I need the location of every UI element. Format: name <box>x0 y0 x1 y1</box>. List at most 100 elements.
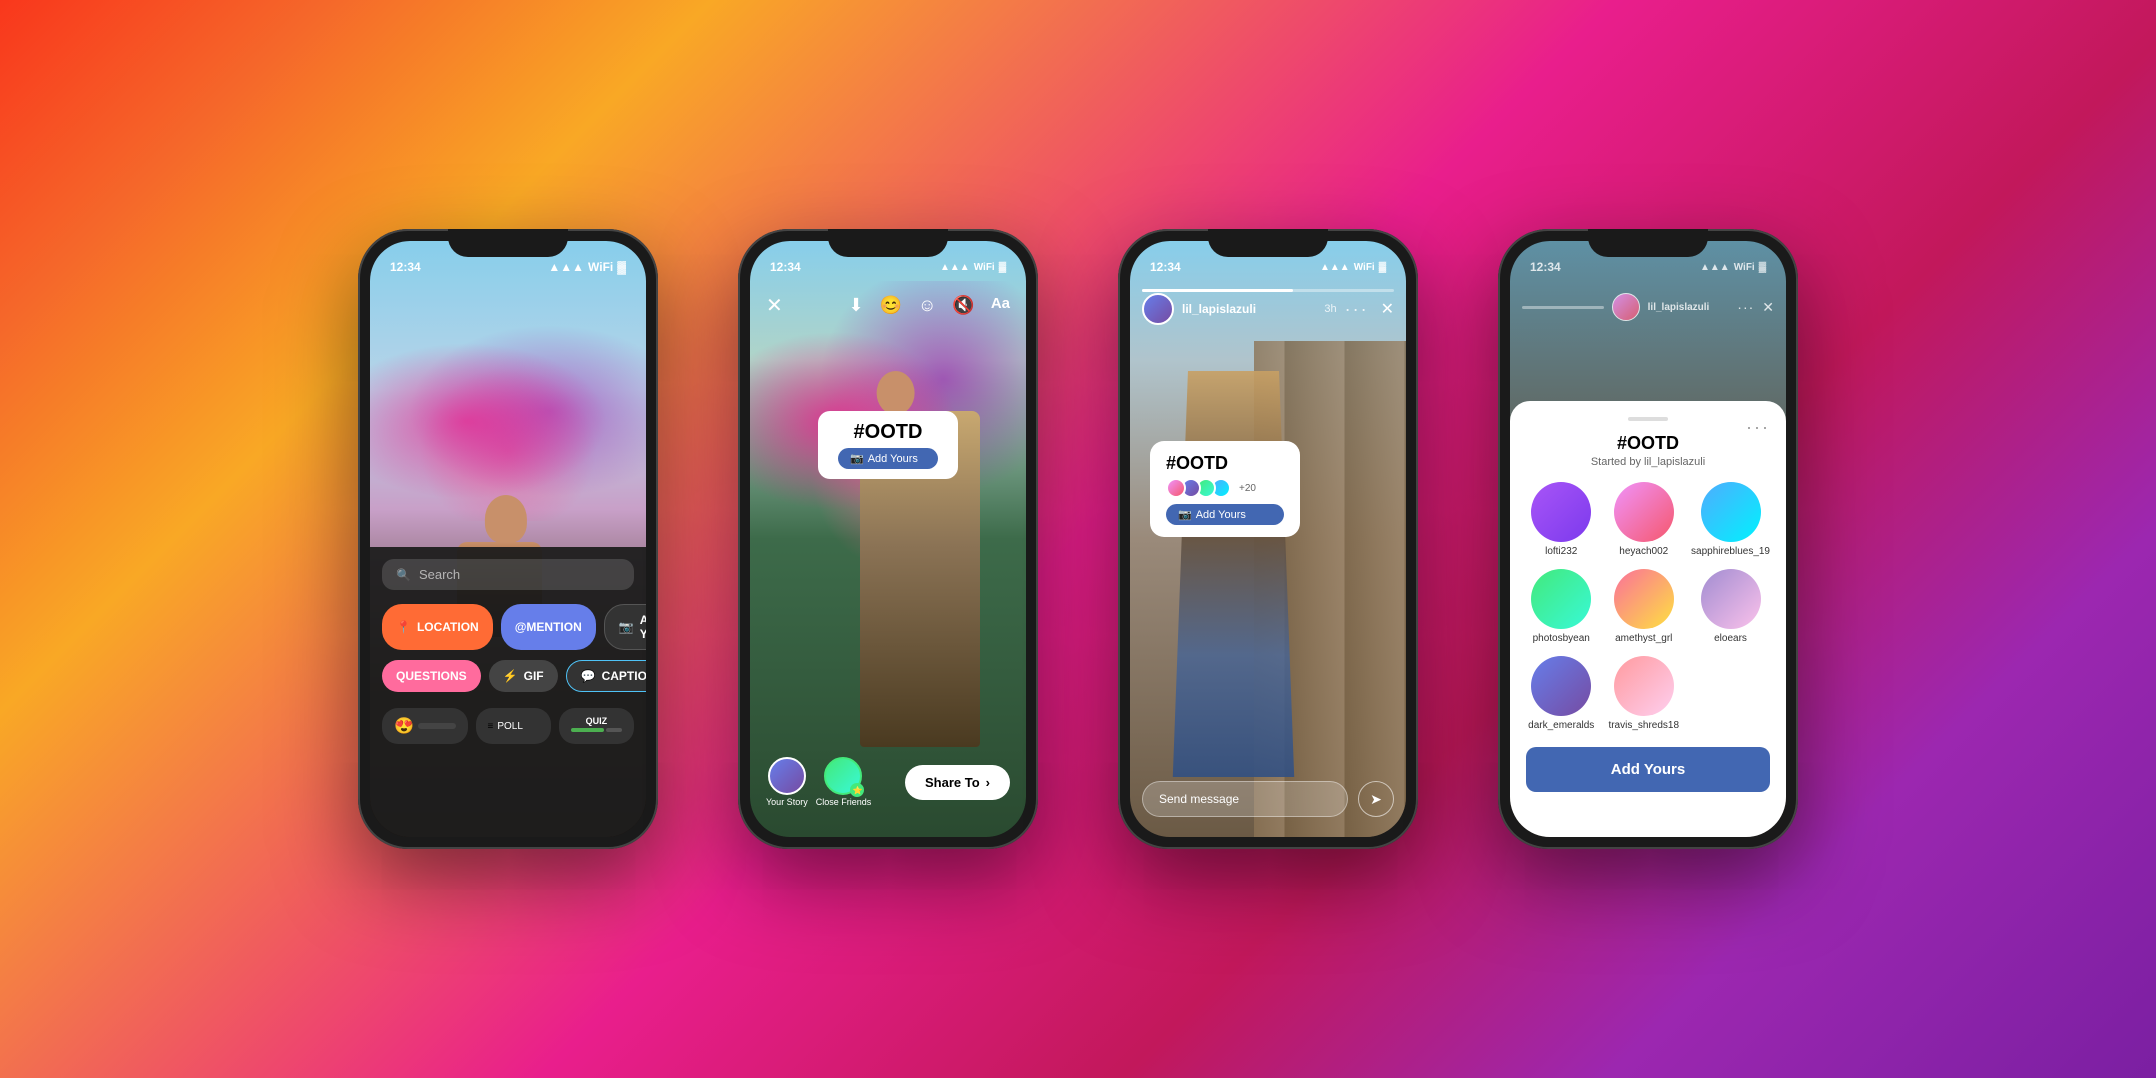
story-bottom-2: Your Story ⭐ Close Friends S <box>750 757 1026 807</box>
search-icon: 🔍 <box>396 568 411 582</box>
questions-sticker[interactable]: QUESTIONS <box>382 660 481 692</box>
participant-5[interactable]: amethyst_grl <box>1608 569 1679 644</box>
mention-sticker[interactable]: @MENTION <box>501 604 596 650</box>
notch-2 <box>828 229 948 257</box>
send-icon-glyph: ➤ <box>1370 791 1382 808</box>
participant-avatar-8 <box>1614 656 1674 716</box>
camera-icon-3: 📷 <box>1178 508 1192 521</box>
gif-sticker[interactable]: ⚡ GIF <box>489 660 558 692</box>
questions-label: QUESTIONS <box>396 669 467 683</box>
your-story-avatar <box>768 757 806 795</box>
close-icon-3[interactable]: ✕ <box>1381 299 1394 319</box>
more-icon-3[interactable]: ··· <box>1345 299 1369 320</box>
location-label: LOCATION <box>417 620 479 634</box>
phone1-flowers <box>370 321 646 521</box>
phone2-person-head <box>877 371 915 415</box>
story-toolbar: ✕ ⬇ 😊 ☺ 🔇 Aa <box>750 285 1026 326</box>
story-username-3: lil_lapislazuli <box>1182 302 1316 316</box>
close-friends-label: Close Friends <box>816 797 872 807</box>
participant-4[interactable]: photosbyean <box>1526 569 1596 644</box>
phone4-close-icon[interactable]: ✕ <box>1762 299 1774 316</box>
your-story-option[interactable]: Your Story <box>766 757 808 807</box>
send-message-input[interactable]: Send message <box>1142 781 1348 817</box>
phone-2-screen: 12:34 ▲▲▲ WiFi ▓ ✕ ⬇ 😊 ☺ <box>750 241 1026 837</box>
close-friends-avatar: ⭐ <box>824 757 862 795</box>
ootd-viewer-sticker[interactable]: #OOTD +20 📷 Add Yours <box>1150 441 1300 537</box>
participant-avatar-6 <box>1701 569 1761 629</box>
participant-avatar-5 <box>1614 569 1674 629</box>
participant-name-1: lofti232 <box>1545 546 1577 557</box>
battery-icon-2: ▓ <box>999 262 1006 273</box>
addyours-sticker-1[interactable]: 📷 ADD YOURS <box>604 604 646 650</box>
story-time-3: 3h <box>1324 303 1336 315</box>
phone-4-screen: 12:34 ▲▲▲ WiFi ▓ lil_lapislazuli ··· ✕ <box>1510 241 1786 837</box>
share-options: Your Story ⭐ Close Friends <box>766 757 871 807</box>
participant-7[interactable]: dark_emeralds <box>1526 656 1596 731</box>
participant-1[interactable]: lofti232 <box>1526 482 1596 557</box>
search-bar[interactable]: 🔍 Search <box>382 559 634 590</box>
phone-3-wrapper: 12:34 ▲▲▲ WiFi ▓ lil_lapis <box>1098 60 1438 1018</box>
chevron-right-icon: › <box>986 775 990 790</box>
gif-label: GIF <box>524 669 544 683</box>
phone1-person-head <box>485 495 527 543</box>
text-icon[interactable]: Aa <box>991 295 1010 316</box>
captions-label: CAPTIONS <box>602 669 646 683</box>
mention-label: @MENTION <box>515 620 582 634</box>
sticker-row-3: 😍 ≡ POLL QUIZ <box>382 708 634 744</box>
ootd-sticker-2[interactable]: #OOTD 📷 Add Yours <box>818 411 958 479</box>
share-to-button[interactable]: Share To › <box>905 765 1010 800</box>
participant-8[interactable]: travis_shreds18 <box>1608 656 1679 731</box>
emoji-add-icon[interactable]: 😊 <box>880 295 902 316</box>
participant-3[interactable]: sapphireblues_19 <box>1691 482 1770 557</box>
battery-icon-3: ▓ <box>1379 262 1386 273</box>
story-header-3: lil_lapislazuli 3h ··· ✕ <box>1130 285 1406 333</box>
story-send-area: Send message ➤ <box>1142 781 1394 817</box>
poll-sticker[interactable]: ≡ POLL <box>476 708 551 744</box>
your-story-label: Your Story <box>766 797 808 807</box>
phone4-more-icon[interactable]: ··· <box>1737 299 1754 315</box>
phone-2-wrapper: 12:34 ▲▲▲ WiFi ▓ ✕ ⬇ 😊 ☺ <box>718 60 1058 1018</box>
phone-1: 12:34 ▲▲▲ WiFi ▓ 🔍 Search <box>358 229 658 849</box>
location-sticker[interactable]: 📍 LOCATION <box>382 604 493 650</box>
status-icons-2: ▲▲▲ WiFi ▓ <box>940 262 1006 273</box>
participant-2[interactable]: heyach002 <box>1608 482 1679 557</box>
ootd-title-3: #OOTD <box>1166 453 1284 474</box>
story-avatar-3 <box>1142 293 1174 325</box>
camera-icon-1: 📷 <box>619 620 634 634</box>
viewer-count: +20 <box>1239 483 1256 494</box>
send-button[interactable]: ➤ <box>1358 781 1394 817</box>
add-yours-btn-3[interactable]: 📷 Add Yours <box>1166 504 1284 525</box>
add-yours-cta-button[interactable]: Add Yours <box>1526 747 1770 792</box>
phones-container: 12:34 ▲▲▲ WiFi ▓ 🔍 Search <box>0 0 2156 1078</box>
sheet-started-by: Started by lil_lapislazuli <box>1526 456 1770 468</box>
battery-icon-4: ▓ <box>1759 262 1766 273</box>
close-icon[interactable]: ✕ <box>766 293 783 318</box>
phone4-story-avatar <box>1612 293 1640 321</box>
add-yours-label-3: Add Yours <box>1196 509 1246 521</box>
signal-icon-4: ▲▲▲ <box>1700 262 1730 273</box>
close-friends-option[interactable]: ⭐ Close Friends <box>816 757 872 807</box>
participant-avatar-1 <box>1531 482 1591 542</box>
search-placeholder: Search <box>419 567 460 582</box>
viewer-av1 <box>1166 478 1186 498</box>
add-yours-btn-2[interactable]: 📷 Add Yours <box>838 448 938 469</box>
add-yours-sheet: ··· #OOTD Started by lil_lapislazuli lof… <box>1510 401 1786 837</box>
captions-sticker[interactable]: 💬 CAPTIONS <box>566 660 646 692</box>
download-icon[interactable]: ⬇ <box>848 295 863 316</box>
quiz-sticker[interactable]: QUIZ <box>559 708 634 744</box>
emoji-sticker[interactable]: 😍 <box>382 708 468 744</box>
status-icons-1: ▲▲▲ WiFi ▓ <box>548 260 626 274</box>
wifi-icon-2: WiFi <box>974 262 995 273</box>
participant-name-7: dark_emeralds <box>1528 720 1594 731</box>
phone-4-wrapper: 12:34 ▲▲▲ WiFi ▓ lil_lapislazuli ··· ✕ <box>1478 60 1818 1018</box>
captions-icon: 💬 <box>581 669 596 683</box>
participant-6[interactable]: eloears <box>1691 569 1770 644</box>
audio-icon[interactable]: 🔇 <box>952 295 974 316</box>
signal-icon-3: ▲▲▲ <box>1320 262 1350 273</box>
phone-1-screen: 12:34 ▲▲▲ WiFi ▓ 🔍 Search <box>370 241 646 837</box>
wifi-icon-4: WiFi <box>1734 262 1755 273</box>
viewer-avatars-row: +20 <box>1166 478 1284 498</box>
sheet-dots-menu[interactable]: ··· <box>1746 417 1770 438</box>
sticker-icon[interactable]: ☺ <box>918 295 936 316</box>
participant-avatar-3 <box>1701 482 1761 542</box>
